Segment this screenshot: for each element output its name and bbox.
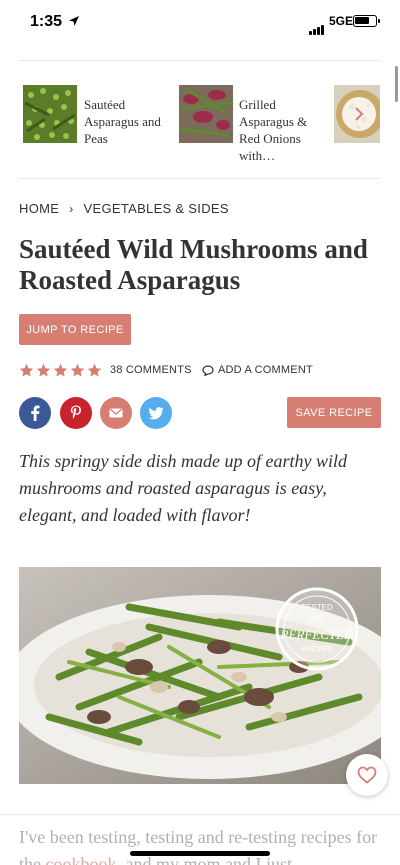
scrollbar[interactable] xyxy=(395,66,398,102)
star-icon xyxy=(70,363,85,377)
add-comment-label: ADD A COMMENT xyxy=(218,364,313,376)
email-icon xyxy=(109,408,123,418)
badge-line3: PERFECTED xyxy=(280,627,355,642)
network-label: 5GE xyxy=(329,14,354,28)
breadcrumb-category[interactable]: VEGETABLES & SIDES xyxy=(84,201,229,216)
recipe-body-text: I've been testing, testing and re-testin… xyxy=(19,824,381,865)
tested-perfected-badge: TESTED AND PERFECTED RECIPES xyxy=(275,587,359,671)
breadcrumb: HOME › VEGETABLES & SIDES xyxy=(19,201,229,216)
email-share-button[interactable] xyxy=(100,397,132,429)
cookbook-link[interactable]: cookbook xyxy=(46,854,117,865)
jump-to-recipe-button[interactable]: JUMP TO RECIPE xyxy=(19,314,131,345)
facebook-share-button[interactable] xyxy=(19,397,51,429)
add-comment-link[interactable]: ADD A COMMENT xyxy=(202,364,313,376)
comments-link[interactable]: 38 COMMENTS xyxy=(110,364,192,376)
battery-icon xyxy=(353,15,380,27)
badge-line2: AND xyxy=(309,614,326,623)
carousel-next-button[interactable] xyxy=(342,97,376,131)
badge-line4: RECIPES xyxy=(302,646,333,653)
star-icon xyxy=(36,363,51,377)
location-arrow-icon xyxy=(69,16,79,26)
pinterest-share-button[interactable] xyxy=(60,397,92,429)
related-title[interactable]: Grilled Asparagus & Red Onions with… xyxy=(239,96,321,164)
badge-line1: TESTED xyxy=(301,603,333,612)
save-recipe-button[interactable]: SAVE RECIPE xyxy=(287,397,381,428)
related-thumb-grilled-asparagus[interactable] xyxy=(179,85,233,143)
status-time: 1:35 xyxy=(30,13,63,30)
chevron-right-icon xyxy=(355,107,364,121)
star-rating[interactable] xyxy=(19,363,104,378)
divider xyxy=(19,178,380,179)
star-icon xyxy=(19,363,34,377)
related-title[interactable]: Sautéed Asparagus and Peas xyxy=(84,96,168,147)
breadcrumb-home[interactable]: HOME xyxy=(19,201,59,216)
recipe-hero-image: TESTED AND PERFECTED RECIPES xyxy=(19,567,381,784)
star-icon xyxy=(53,363,68,377)
home-indicator[interactable] xyxy=(130,851,270,856)
recipe-intro: This springy side dish made up of earthy… xyxy=(19,451,347,525)
recipe-title: Sautéed Wild Mushrooms and Roasted Aspar… xyxy=(19,234,368,295)
star-icon xyxy=(87,363,102,377)
divider xyxy=(0,814,400,815)
heart-icon xyxy=(357,766,377,784)
divider xyxy=(19,60,380,61)
status-bar: 1:35 5GE xyxy=(0,0,400,44)
favorite-button[interactable] xyxy=(346,754,388,796)
chevron-right-icon: › xyxy=(69,201,74,216)
related-thumb-asparagus-peas[interactable] xyxy=(23,85,77,143)
twitter-icon xyxy=(148,406,163,419)
signal-icon xyxy=(309,17,325,35)
twitter-share-button[interactable] xyxy=(140,397,172,429)
comment-bubble-icon xyxy=(202,364,214,376)
pinterest-icon xyxy=(70,405,81,419)
facebook-icon xyxy=(31,405,40,421)
